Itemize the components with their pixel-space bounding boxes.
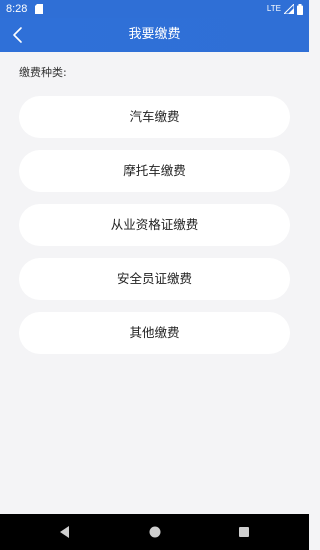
section-label: 缴费种类: [19, 66, 67, 79]
status-right-group: LTE [267, 2, 303, 16]
qualification-payment-button[interactable]: 从业资格证缴费 [19, 204, 290, 246]
motorcycle-payment-button[interactable]: 摩托车缴费 [19, 150, 290, 192]
back-triangle-icon[interactable] [55, 522, 75, 542]
signal-icon [284, 4, 294, 14]
recents-square-icon[interactable] [234, 522, 254, 542]
safety-officer-payment-button[interactable]: 安全员证缴费 [19, 258, 290, 300]
app-bar: 我要缴费 [0, 18, 309, 52]
battery-icon [297, 3, 303, 15]
network-type-label: LTE [266, 4, 281, 13]
car-payment-button[interactable]: 汽车缴费 [19, 96, 290, 138]
status-bar: 8:28 LTE [0, 0, 309, 18]
system-nav-bar [0, 514, 309, 550]
status-time: 8:28 [6, 3, 28, 15]
page-title: 我要缴费 [128, 27, 181, 42]
sd-card-icon [35, 4, 43, 14]
other-payment-button[interactable]: 其他缴费 [19, 312, 290, 354]
main-content: 缴费种类: 汽车缴费 摩托车缴费 从业资格证缴费 安全员证缴费 其他缴费 [0, 52, 309, 514]
home-circle-icon[interactable] [145, 522, 165, 542]
